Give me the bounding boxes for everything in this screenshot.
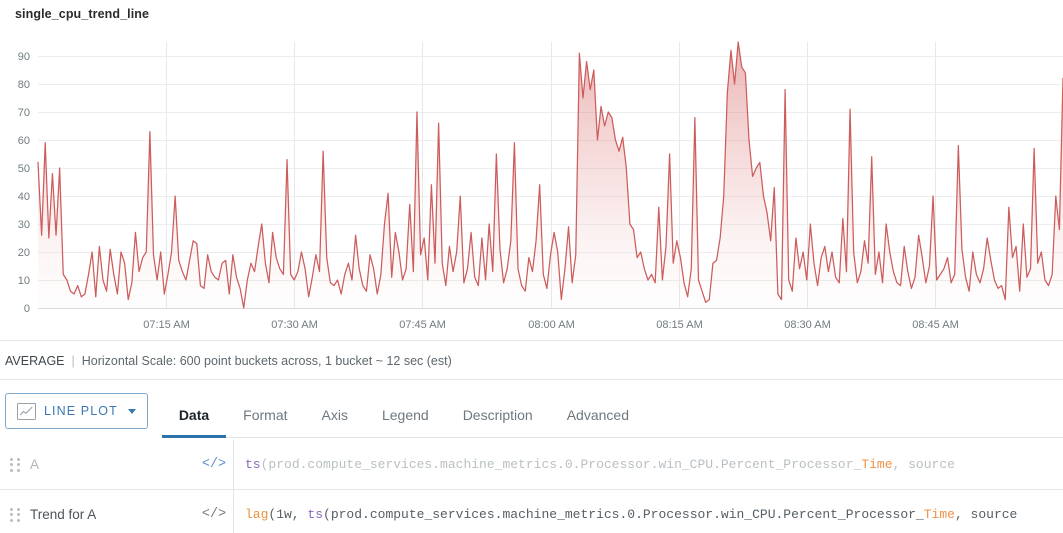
- tab-axis[interactable]: Axis: [305, 394, 365, 438]
- code-token: (prod.compute_services.machine_metrics.0…: [260, 456, 862, 472]
- drag-handle-icon[interactable]: [0, 507, 30, 522]
- y-axis-tick-label: 0: [24, 303, 30, 315]
- page-title: single_cpu_trend_line: [15, 7, 150, 21]
- x-axis-tick-label: 07:15 AM: [143, 319, 189, 331]
- y-axis-tick-label: 10: [18, 275, 30, 287]
- plot-area[interactable]: 0 10 20 30 40 50 60 70 80 90 07:15 AM 07:30 AM 07:4…: [0, 30, 1063, 341]
- tab-format[interactable]: Format: [226, 394, 304, 438]
- x-axis-labels: 07:15 AM 07:30 AM 07:45 AM 08:00 AM 08:15 AM…: [143, 319, 958, 331]
- code-token: Time: [923, 506, 955, 522]
- y-axis-tick-label: 50: [18, 163, 30, 175]
- expression-code-input[interactable]: lag(1w, ts(prod.compute_services.machine…: [234, 490, 1063, 533]
- code-token: Time: [861, 456, 893, 472]
- code-token: ts: [245, 456, 261, 472]
- aggregation-label: AVERAGE: [5, 353, 65, 368]
- expression-row[interactable]: Trend for A </> lag(1w, ts(prod.compute_…: [0, 490, 1063, 533]
- tab-description[interactable]: Description: [446, 394, 550, 438]
- expression-code-input[interactable]: ts(prod.compute_services.machine_metrics…: [234, 440, 1063, 490]
- y-axis-tick-label: 70: [18, 107, 30, 119]
- plot-type-dropdown[interactable]: LINE PLOT: [5, 393, 148, 429]
- editor-toolbar: LINE PLOT Data Format Axis Legend Descriptio…: [0, 390, 1063, 438]
- tab-advanced[interactable]: Advanced: [550, 394, 646, 438]
- code-toggle-icon[interactable]: </>: [195, 457, 233, 472]
- expression-name-input[interactable]: A: [30, 457, 195, 472]
- code-token: lag: [245, 506, 269, 522]
- line-plot-icon: [17, 402, 36, 420]
- x-axis-tick-label: 08:30 AM: [784, 319, 830, 331]
- chevron-down-icon: [127, 408, 136, 414]
- y-axis-tick-label: 30: [18, 219, 30, 231]
- y-axis-tick-label: 60: [18, 135, 30, 147]
- code-token: , source: [892, 456, 955, 472]
- x-axis-tick-label: 08:45 AM: [912, 319, 958, 331]
- y-axis-tick-label: 80: [18, 79, 30, 91]
- code-toggle-icon[interactable]: </>: [195, 507, 233, 522]
- tab-data[interactable]: Data: [161, 394, 227, 438]
- code-token: (prod.compute_services.machine_metrics.0…: [323, 506, 924, 522]
- code-token: , source: [954, 506, 1018, 522]
- line-chart-svg[interactable]: 0 10 20 30 40 50 60 70 80 90 07:15 AM 07:30 AM 07:4…: [0, 30, 1063, 341]
- drag-handle-icon[interactable]: [0, 457, 30, 472]
- y-axis-tick-label: 40: [18, 191, 30, 203]
- caption-separator: |: [71, 353, 75, 368]
- chart-caption: AVERAGE | Horizontal Scale: 600 point bu…: [0, 342, 1063, 380]
- x-axis-tick-label: 08:00 AM: [528, 319, 574, 331]
- horizontal-scale-label: Horizontal Scale: 600 point buckets acro…: [81, 353, 452, 368]
- code-token: ts: [307, 506, 324, 522]
- x-axis-tick-label: 07:45 AM: [399, 319, 445, 331]
- y-axis-tick-label: 90: [18, 51, 30, 63]
- chart-panel: single_cpu_trend_line 0 10 20 30 40 50 60 70 80 9…: [0, 0, 1063, 341]
- tab-legend[interactable]: Legend: [365, 394, 446, 438]
- expression-row[interactable]: A </> ts(prod.compute_services.machine_m…: [0, 440, 1063, 490]
- x-axis-tick-label: 07:30 AM: [271, 319, 317, 331]
- code-token: (1w,: [268, 506, 308, 522]
- editor-tabs: Data Format Axis Legend Description Advanced: [161, 390, 1063, 438]
- x-axis-tick-label: 08:15 AM: [656, 319, 702, 331]
- expression-name-input[interactable]: Trend for A: [30, 507, 195, 522]
- series-area-fill: [38, 42, 1063, 308]
- y-axis-labels: 0 10 20 30 40 50 60 70 80 90: [18, 51, 30, 315]
- y-axis-tick-label: 20: [18, 247, 30, 259]
- chart-editor-page: single_cpu_trend_line 0 10 20 30 40 50 60 70 80 9…: [0, 0, 1063, 533]
- plot-type-label: LINE PLOT: [44, 404, 118, 418]
